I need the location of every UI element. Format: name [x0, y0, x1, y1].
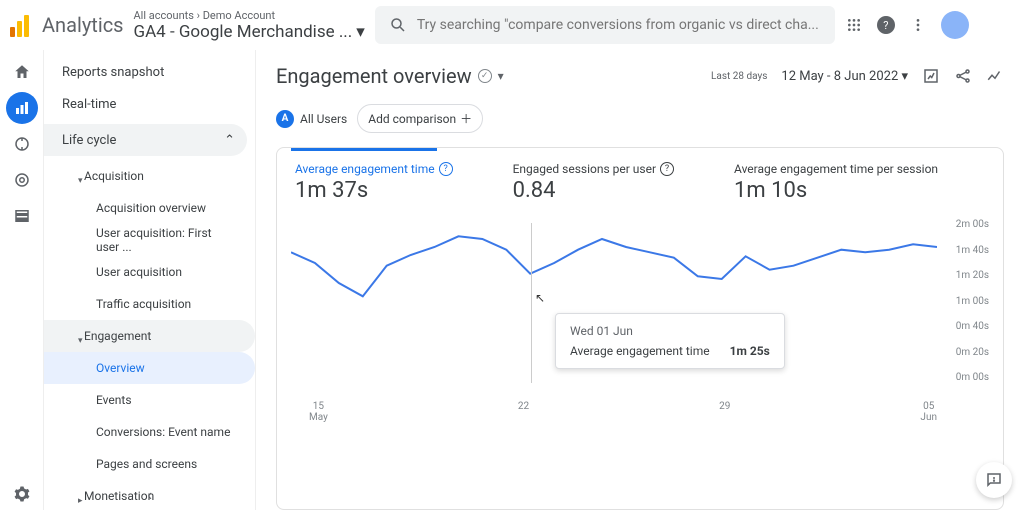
help-icon[interactable]: ?	[660, 162, 674, 176]
page-title: Engagement overview ✓ ▾	[276, 64, 504, 88]
avatar[interactable]	[941, 11, 969, 39]
metric-avg-engagement-per-session[interactable]: Average engagement time per session 1m 1…	[734, 162, 938, 203]
chart-area[interactable]: 2m 00s1m 40s1m 20s1m 00s0m 40s0m 20s0m 0…	[291, 223, 989, 423]
rail-configure-icon[interactable]	[6, 200, 38, 232]
add-comparison-button[interactable]: Add comparison ＋	[357, 104, 483, 133]
y-axis-labels: 2m 00s1m 40s1m 20s1m 00s0m 40s0m 20s0m 0…	[956, 219, 989, 383]
main-content: Engagement overview ✓ ▾ Last 28 days 12 …	[256, 50, 1024, 510]
chart-tooltip: Wed 01 Jun Average engagement time 1m 25…	[555, 313, 785, 369]
tooltip-value: 1m 25s	[730, 344, 770, 358]
left-rail	[0, 50, 44, 510]
rail-home-icon[interactable]	[6, 56, 38, 88]
nav-reports-snapshot[interactable]: Reports snapshot	[44, 56, 255, 88]
rail-explore-icon[interactable]	[6, 128, 38, 160]
plus-icon: ＋	[460, 110, 472, 127]
active-tab-indicator	[291, 148, 437, 151]
nav-engagement-overview[interactable]: Overview	[44, 352, 255, 384]
nav-acquisition[interactable]: Acquisition	[44, 160, 255, 192]
feedback-button[interactable]	[976, 462, 1012, 498]
logo[interactable]: Analytics	[10, 13, 124, 37]
rail-reports-icon[interactable]	[6, 92, 38, 124]
nav-traffic-acquisition[interactable]: Traffic acquisition	[44, 288, 255, 320]
nav-engagement[interactable]: Engagement	[44, 320, 255, 352]
comparison-chip-all-users[interactable]: A All Users	[276, 110, 347, 128]
date-range-picker[interactable]: 12 May - 8 Jun 2022 ▾	[781, 69, 908, 84]
metric-avg-engagement-time[interactable]: Average engagement time ? 1m 37s	[295, 162, 453, 203]
property-name: GA4 - Google Merchandise ...	[134, 22, 353, 42]
metrics-row: Average engagement time ? 1m 37s Engaged…	[291, 154, 989, 213]
tooltip-date: Wed 01 Jun	[570, 324, 770, 338]
help-icon[interactable]: ?	[439, 162, 453, 176]
rail-advertising-icon[interactable]	[6, 164, 38, 196]
nav-events[interactable]: Events	[44, 384, 255, 416]
metric-engaged-sessions[interactable]: Engaged sessions per user ? 0.84	[513, 162, 674, 203]
nav-conversions[interactable]: Conversions: Event name	[44, 416, 255, 448]
engagement-card: Average engagement time ? 1m 37s Engaged…	[276, 147, 1004, 510]
hover-guideline	[531, 223, 532, 383]
nav-collapse-icon[interactable]: ‹	[147, 485, 152, 504]
customize-icon[interactable]	[922, 67, 940, 85]
search-icon	[389, 16, 407, 34]
top-bar: Analytics All accounts › Demo Account GA…	[0, 0, 1024, 50]
more-icon[interactable]	[909, 16, 927, 34]
top-actions: ?	[845, 11, 969, 39]
search-input[interactable]	[417, 17, 821, 33]
status-ok-icon[interactable]: ✓	[478, 69, 492, 83]
feedback-icon	[985, 471, 1003, 489]
apps-icon[interactable]	[845, 16, 863, 34]
property-block: All accounts › Demo Account GA4 - Google…	[134, 9, 365, 42]
nav-user-acquisition-first[interactable]: User acquisition: First user ...	[44, 224, 255, 256]
comparison-row: A All Users Add comparison ＋	[256, 94, 1024, 147]
insights-icon[interactable]	[986, 67, 1004, 85]
help-icon[interactable]: ?	[877, 16, 895, 34]
chevron-up-icon: ⌃	[224, 133, 235, 148]
nav-acquisition-overview[interactable]: Acquisition overview	[44, 192, 255, 224]
nav-realtime[interactable]: Real-time	[44, 88, 255, 120]
chevron-down-icon[interactable]: ▾	[498, 69, 504, 83]
x-axis-labels: 15May222905Jun	[309, 401, 937, 423]
date-range-label: Last 28 days	[711, 71, 767, 82]
chip-badge-icon: A	[276, 110, 294, 128]
search-bar[interactable]	[375, 6, 835, 44]
share-icon[interactable]	[954, 67, 972, 85]
page-header: Engagement overview ✓ ▾ Last 28 days 12 …	[256, 50, 1024, 94]
nav-user-acquisition[interactable]: User acquisition	[44, 256, 255, 288]
account-breadcrumb[interactable]: All accounts › Demo Account	[134, 9, 365, 22]
cursor-icon: ↖	[535, 291, 545, 305]
nav-pages-screens[interactable]: Pages and screens	[44, 448, 255, 480]
nav-section-lifecycle[interactable]: Life cycle⌃	[44, 124, 247, 156]
tooltip-metric: Average engagement time	[570, 344, 710, 358]
reports-nav: Reports snapshot Real-time Life cycle⌃ A…	[44, 50, 256, 510]
analytics-logo-icon	[10, 13, 34, 37]
rail-settings-icon[interactable]	[6, 478, 38, 510]
property-selector[interactable]: GA4 - Google Merchandise ... ▾	[134, 22, 365, 42]
brand-name: Analytics	[42, 13, 124, 37]
chevron-down-icon: ▾	[356, 22, 365, 42]
